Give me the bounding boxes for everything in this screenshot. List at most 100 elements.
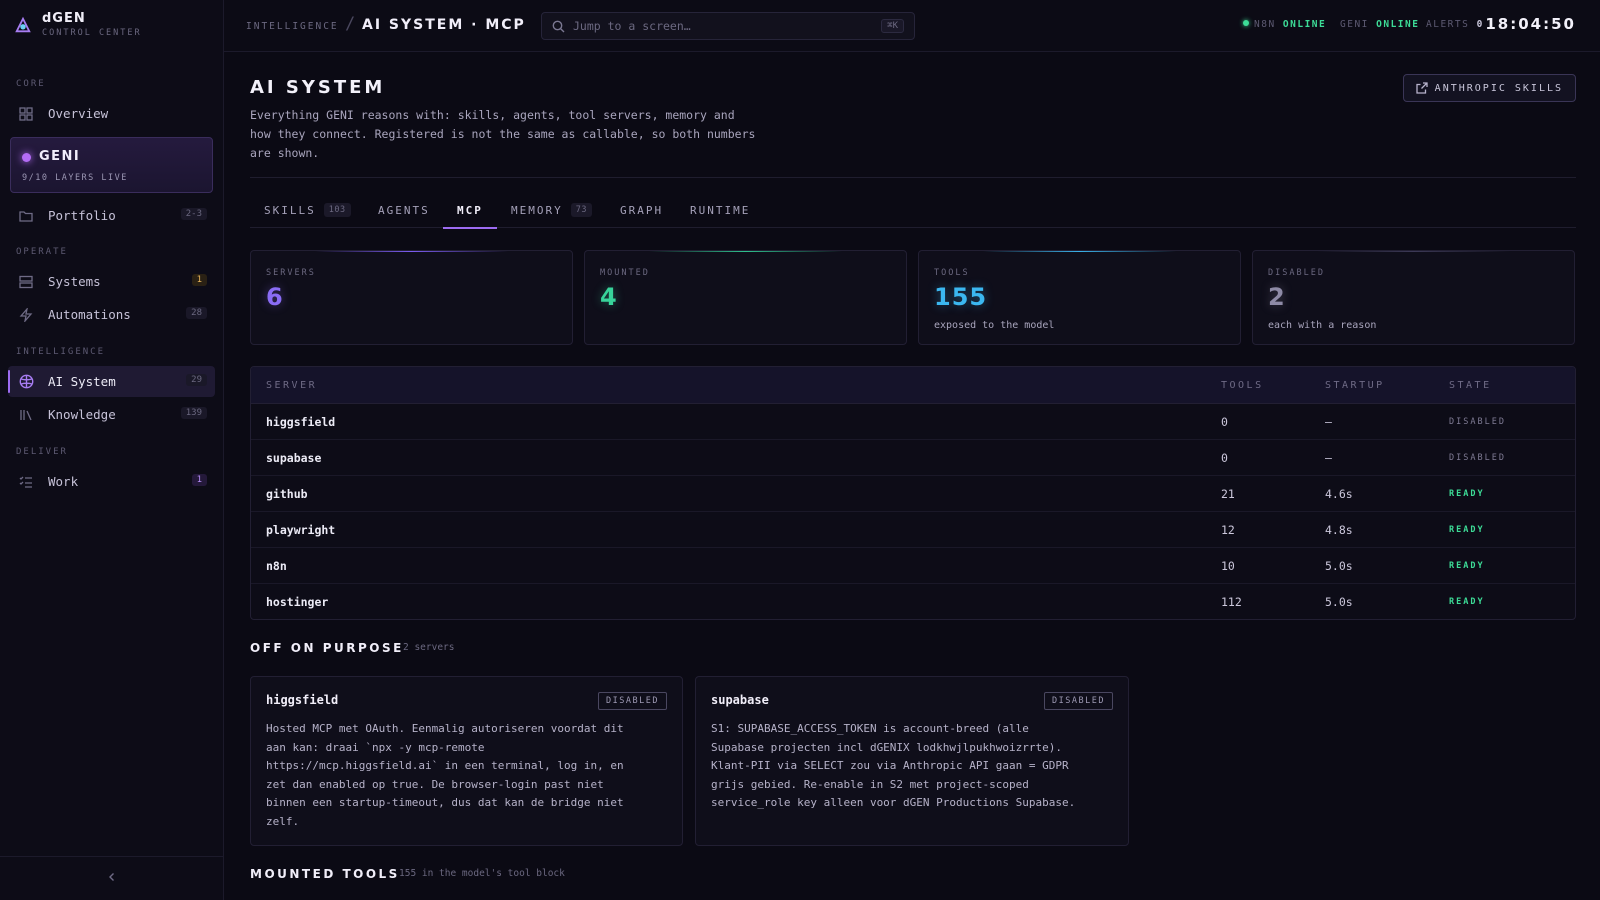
breadcrumb-parent[interactable]: INTELLIGENCE: [246, 21, 339, 32]
stat-subtext: exposed to the model: [934, 320, 1055, 331]
sidebar-item-label: AI System: [48, 374, 116, 389]
geni-status-card[interactable]: GENI 9/10 LAYERS LIVE: [10, 137, 213, 193]
column-header-startup[interactable]: STARTUP: [1325, 380, 1385, 391]
sidebar-item-portfolio[interactable]: Portfolio 2-3: [8, 200, 215, 231]
tab-graph[interactable]: GRAPH: [620, 192, 663, 228]
external-link-icon: [1416, 82, 1428, 94]
tab-count: 73: [570, 203, 592, 217]
column-header-tools[interactable]: TOOLS: [1221, 380, 1264, 391]
server-name: supabase: [266, 451, 322, 465]
server-name: n8n: [266, 559, 287, 573]
table-row[interactable]: playwright 12 4.8s READY: [251, 512, 1575, 548]
tool-count: 0: [1221, 451, 1228, 465]
table-row[interactable]: higgsfield 0 — DISABLED: [251, 404, 1575, 440]
nav-section-deliver: DELIVER: [16, 447, 68, 457]
geni-status-value: ONLINE: [1376, 19, 1420, 30]
command-search[interactable]: ⌘K: [541, 12, 915, 40]
mounted-tools-count: 155 in the model's tool block: [399, 868, 565, 879]
nav-section-operate: OPERATE: [16, 247, 68, 257]
table-row[interactable]: github 21 4.6s READY: [251, 476, 1575, 512]
startup-time: 4.8s: [1325, 523, 1353, 537]
search-shortcut-hint: ⌘K: [881, 19, 904, 33]
search-input[interactable]: [573, 19, 873, 33]
sidebar-item-label: Work: [48, 474, 79, 489]
stat-card-tools: TOOLS 155 exposed to the model: [918, 250, 1241, 345]
sidebar-item-systems[interactable]: Systems 1: [8, 266, 215, 297]
server-state: READY: [1449, 525, 1485, 535]
mcp-server-table: SERVER TOOLS STARTUP STATE higgsfield 0 — D…: [250, 366, 1576, 620]
tool-count: 0: [1221, 415, 1228, 429]
tool-count: 21: [1221, 487, 1235, 501]
tab-bar: SKILLS 103 AGENTS MCP MEMORY 73 GRAPH RU…: [250, 192, 1576, 229]
table-row[interactable]: n8n 10 5.0s READY: [251, 548, 1575, 584]
stat-value: 6: [266, 283, 284, 311]
tool-count: 10: [1221, 559, 1235, 573]
grid-icon: [18, 106, 34, 122]
server-name: higgsfield: [266, 415, 336, 429]
server-name: github: [266, 487, 308, 501]
tab-label: AGENTS: [378, 203, 430, 217]
brand-name: dGEN: [42, 11, 86, 26]
sidebar-item-badge: 139: [180, 407, 207, 419]
geni-status: GENI ONLINE: [1340, 19, 1419, 30]
tab-label: RUNTIME: [690, 203, 751, 217]
folder-icon: [18, 208, 34, 224]
server-name: hostinger: [266, 595, 329, 609]
startup-time: 5.0s: [1325, 595, 1353, 609]
brand[interactable]: dGEN CONTROL CENTER: [14, 10, 142, 38]
tab-label: GRAPH: [620, 203, 664, 217]
sidebar-item-knowledge[interactable]: Knowledge 139: [8, 399, 215, 430]
tab-label: MCP: [457, 203, 483, 217]
n8n-status-dot: [1243, 20, 1249, 26]
tab-runtime[interactable]: RUNTIME: [690, 192, 750, 228]
alerts-status[interactable]: ALERTS 0: [1426, 19, 1484, 30]
clock: 18:04:50: [1485, 15, 1576, 33]
stat-value: 4: [600, 283, 618, 311]
sidebar-item-automations[interactable]: Automations 28: [8, 299, 215, 330]
chevron-left-icon[interactable]: [104, 869, 120, 885]
stat-cards: SERVERS 6 MOUNTED 4 TOOLS 155 exposed to…: [250, 250, 1576, 345]
stat-label: DISABLED: [1268, 268, 1325, 278]
status-badge: DISABLED: [598, 692, 667, 710]
geni-status-label: GENI: [1340, 19, 1369, 30]
sidebar-item-label: Portfolio: [48, 208, 116, 223]
disabled-server-card: higgsfield DISABLED Hosted MCP met OAuth…: [250, 676, 683, 846]
sidebar-item-badge: 2-3: [180, 208, 207, 220]
header-divider: [250, 177, 1576, 178]
column-header-server[interactable]: SERVER: [266, 380, 317, 391]
sidebar-item-badge: 1: [191, 274, 207, 286]
startup-time: —: [1325, 415, 1332, 429]
startup-time: —: [1325, 451, 1332, 465]
tab-mcp[interactable]: MCP: [443, 192, 497, 229]
table-row[interactable]: hostinger 112 5.0s READY: [251, 584, 1575, 619]
sidebar-item-work[interactable]: Work 1: [8, 466, 215, 497]
breadcrumb-current: AI SYSTEM · MCP: [362, 17, 526, 33]
alerts-label: ALERTS: [1426, 19, 1470, 30]
n8n-status-label: N8N: [1254, 19, 1276, 30]
tab-memory[interactable]: MEMORY 73: [511, 192, 592, 228]
disabled-reason: S1: SUPABASE_ACCESS_TOKEN is account-bre…: [711, 722, 1076, 810]
stat-label: MOUNTED: [600, 268, 650, 278]
sidebar-item-overview[interactable]: Overview: [8, 98, 215, 129]
stat-subtext: each with a reason: [1268, 320, 1377, 331]
anthropic-skills-button[interactable]: ANTHROPIC SKILLS: [1402, 74, 1576, 102]
tab-skills[interactable]: SKILLS 103: [264, 192, 351, 228]
brain-icon: [18, 374, 34, 390]
tool-count: 12: [1221, 523, 1235, 537]
brand-subtitle: CONTROL CENTER: [42, 28, 142, 38]
server-state: DISABLED: [1449, 453, 1506, 463]
column-header-state[interactable]: STATE: [1449, 380, 1492, 391]
tool-count: 112: [1221, 595, 1242, 609]
disabled-reason: Hosted MCP met OAuth. Eenmalig autoriser…: [266, 722, 624, 828]
table-row[interactable]: supabase 0 — DISABLED: [251, 440, 1575, 476]
server-state: READY: [1449, 561, 1485, 571]
sidebar-item-label: Automations: [48, 307, 131, 322]
tab-agents[interactable]: AGENTS: [378, 192, 430, 228]
page-title: AI SYSTEM: [250, 77, 386, 98]
anthropic-skills-label: ANTHROPIC SKILLS: [1434, 82, 1563, 94]
server-icon: [18, 274, 34, 290]
topbar: INTELLIGENCE / AI SYSTEM · MCP ⌘K N8N ON…: [224, 0, 1600, 52]
sidebar-item-ai-system[interactable]: AI System 29: [8, 366, 215, 397]
alerts-count: 0: [1476, 19, 1484, 30]
library-icon: [18, 407, 34, 423]
